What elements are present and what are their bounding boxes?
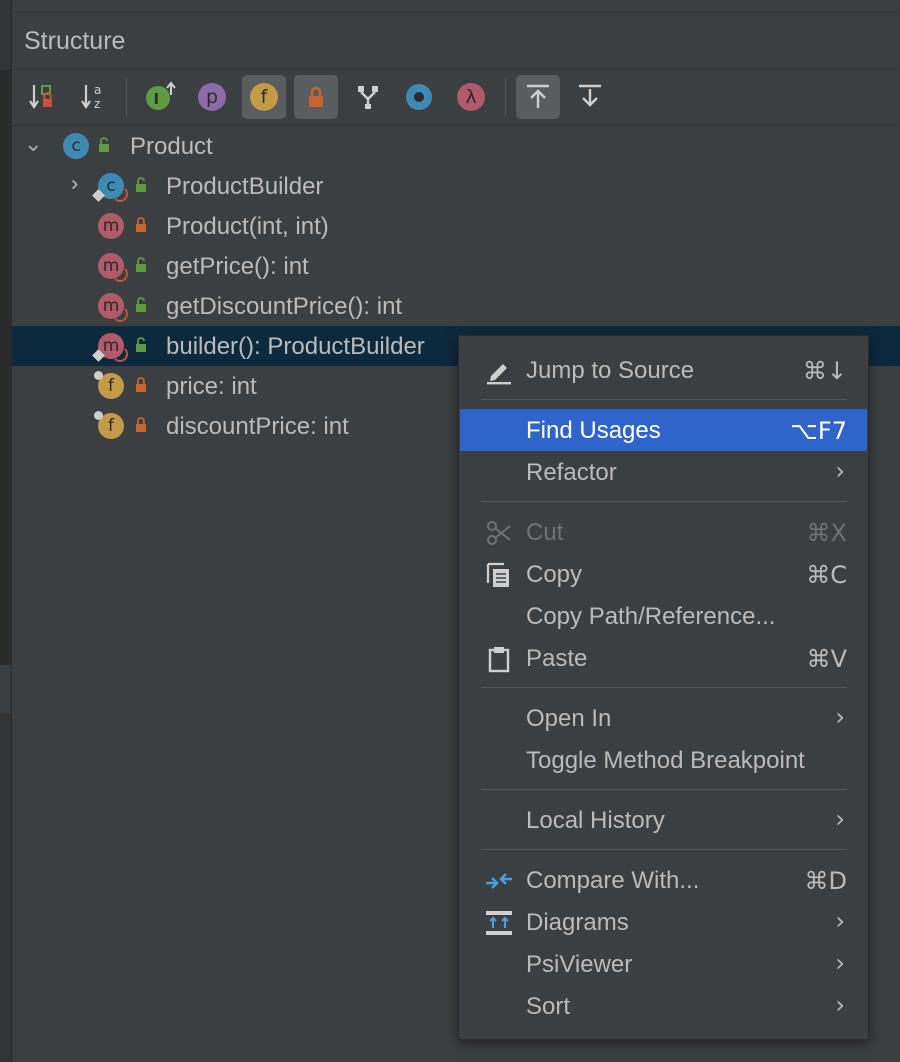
private-lock-icon: [134, 417, 148, 433]
structure-toolbar: a z I p f λ: [12, 70, 900, 126]
chevron-right-icon: ›: [835, 907, 845, 935]
public-lock-icon: [97, 137, 111, 153]
tree-node-constructor[interactable]: m Product(int, int): [12, 206, 900, 246]
menu-separator: [481, 399, 847, 400]
private-lock-icon: [134, 217, 148, 233]
menu-item-find-usages[interactable]: Find Usages ⌥F7: [460, 409, 867, 451]
tree-node-getprice[interactable]: m getPrice(): int: [12, 246, 900, 286]
chevron-right-icon: ›: [835, 805, 845, 833]
sort-alphabetically-button[interactable]: a z: [73, 75, 117, 119]
public-lock-icon: [134, 297, 148, 313]
field-icon: f: [94, 411, 124, 439]
show-properties-icon: p: [198, 83, 226, 111]
tree-node-label: price: int: [166, 373, 257, 400]
autoscroll-to-source-button[interactable]: [516, 75, 560, 119]
autoscroll-to-source-icon: [524, 83, 552, 111]
chevron-right-icon: ›: [835, 949, 845, 977]
window-top-border: [0, 0, 900, 13]
scissors-icon: [484, 518, 514, 548]
compare-icon: [484, 866, 514, 896]
tree-node-product[interactable]: ⌄ c Product: [12, 126, 900, 166]
menu-item-copy-path-reference[interactable]: Copy Path/Reference...: [460, 595, 867, 637]
svg-text:z: z: [94, 97, 100, 111]
public-lock-icon: [134, 337, 148, 353]
menu-item-jump-to-source[interactable]: Jump to Source ⌘↓: [460, 349, 867, 391]
show-lambdas-button[interactable]: λ: [449, 75, 493, 119]
svg-text:I: I: [154, 90, 160, 108]
tree-node-label: getPrice(): int: [166, 253, 309, 280]
sort-by-visibility-icon: [28, 82, 58, 112]
method-icon: m: [98, 293, 128, 322]
menu-separator: [481, 501, 847, 502]
show-inherited-icon: I: [145, 81, 177, 113]
chevron-down-icon[interactable]: ⌄: [24, 132, 42, 157]
chevron-right-icon[interactable]: ⌄: [59, 175, 84, 193]
sort-alphabetically-icon: a z: [80, 82, 110, 112]
public-lock-icon: [134, 257, 148, 273]
class-icon: c: [63, 133, 89, 159]
group-icon: [354, 83, 382, 111]
class-icon: c: [92, 173, 128, 202]
method-icon: m: [98, 253, 128, 282]
method-icon: m: [98, 213, 124, 239]
show-properties-button[interactable]: p: [190, 75, 234, 119]
private-lock-icon: [134, 377, 148, 393]
method-icon: m: [92, 333, 128, 362]
diagram-icon: [484, 908, 514, 938]
panel-header: Structure: [12, 13, 900, 70]
menu-item-sort[interactable]: Sort ›: [460, 985, 867, 1027]
menu-item-refactor[interactable]: Refactor ›: [460, 451, 867, 493]
chevron-right-icon: ›: [835, 703, 845, 731]
field-icon: f: [94, 371, 124, 399]
menu-separator: [481, 687, 847, 688]
menu-separator: [481, 789, 847, 790]
tree-node-label: ProductBuilder: [166, 173, 324, 200]
show-anonymous-icon: [404, 82, 434, 112]
show-lambdas-icon: λ: [457, 83, 485, 111]
menu-item-local-history[interactable]: Local History ›: [460, 799, 867, 841]
svg-text:a: a: [94, 83, 101, 97]
chevron-right-icon: ›: [835, 991, 845, 1019]
tree-node-label: discountPrice: int: [166, 413, 349, 440]
menu-item-toggle-method-breakpoint[interactable]: Toggle Method Breakpoint: [460, 739, 867, 781]
menu-item-compare-with[interactable]: Compare With... ⌘D: [460, 859, 867, 901]
pencil-icon: [484, 356, 514, 386]
menu-separator: [481, 849, 847, 850]
show-non-public-icon: [304, 85, 328, 109]
chevron-right-icon: ›: [835, 457, 845, 485]
show-inherited-button[interactable]: I: [139, 75, 183, 119]
sort-by-visibility-button[interactable]: [21, 75, 65, 119]
menu-item-cut[interactable]: Cut ⌘X: [460, 511, 867, 553]
tree-node-label: getDiscountPrice(): int: [166, 293, 403, 320]
panel-title: Structure: [24, 27, 126, 55]
show-anonymous-button[interactable]: [397, 75, 441, 119]
context-menu: Jump to Source ⌘↓ Find Usages ⌥F7 Refact…: [458, 335, 869, 1040]
tree-node-label: builder(): ProductBuilder: [166, 333, 425, 360]
menu-item-psiviewer[interactable]: PsiViewer ›: [460, 943, 867, 985]
editor-gutter: [0, 0, 12, 1062]
group-button[interactable]: [346, 75, 390, 119]
show-non-public-button[interactable]: [294, 75, 338, 119]
tree-node-getdiscountprice[interactable]: m getDiscountPrice(): int: [12, 286, 900, 326]
public-lock-icon: [134, 177, 148, 193]
menu-item-diagrams[interactable]: Diagrams ›: [460, 901, 867, 943]
tree-node-label: Product: [130, 133, 213, 160]
tree-node-productbuilder[interactable]: ⌄ c ProductBuilder: [12, 166, 900, 206]
tree-node-label: Product(int, int): [166, 213, 329, 240]
menu-item-open-in[interactable]: Open In ›: [460, 697, 867, 739]
autoscroll-from-source-icon: [576, 83, 604, 111]
show-fields-button[interactable]: f: [242, 75, 286, 119]
menu-item-paste[interactable]: Paste ⌘V: [460, 637, 867, 679]
autoscroll-from-source-button[interactable]: [568, 75, 612, 119]
copy-icon: [484, 560, 514, 590]
show-fields-icon: f: [250, 83, 278, 111]
menu-item-copy[interactable]: Copy ⌘C: [460, 553, 867, 595]
clipboard-icon: [484, 644, 514, 674]
